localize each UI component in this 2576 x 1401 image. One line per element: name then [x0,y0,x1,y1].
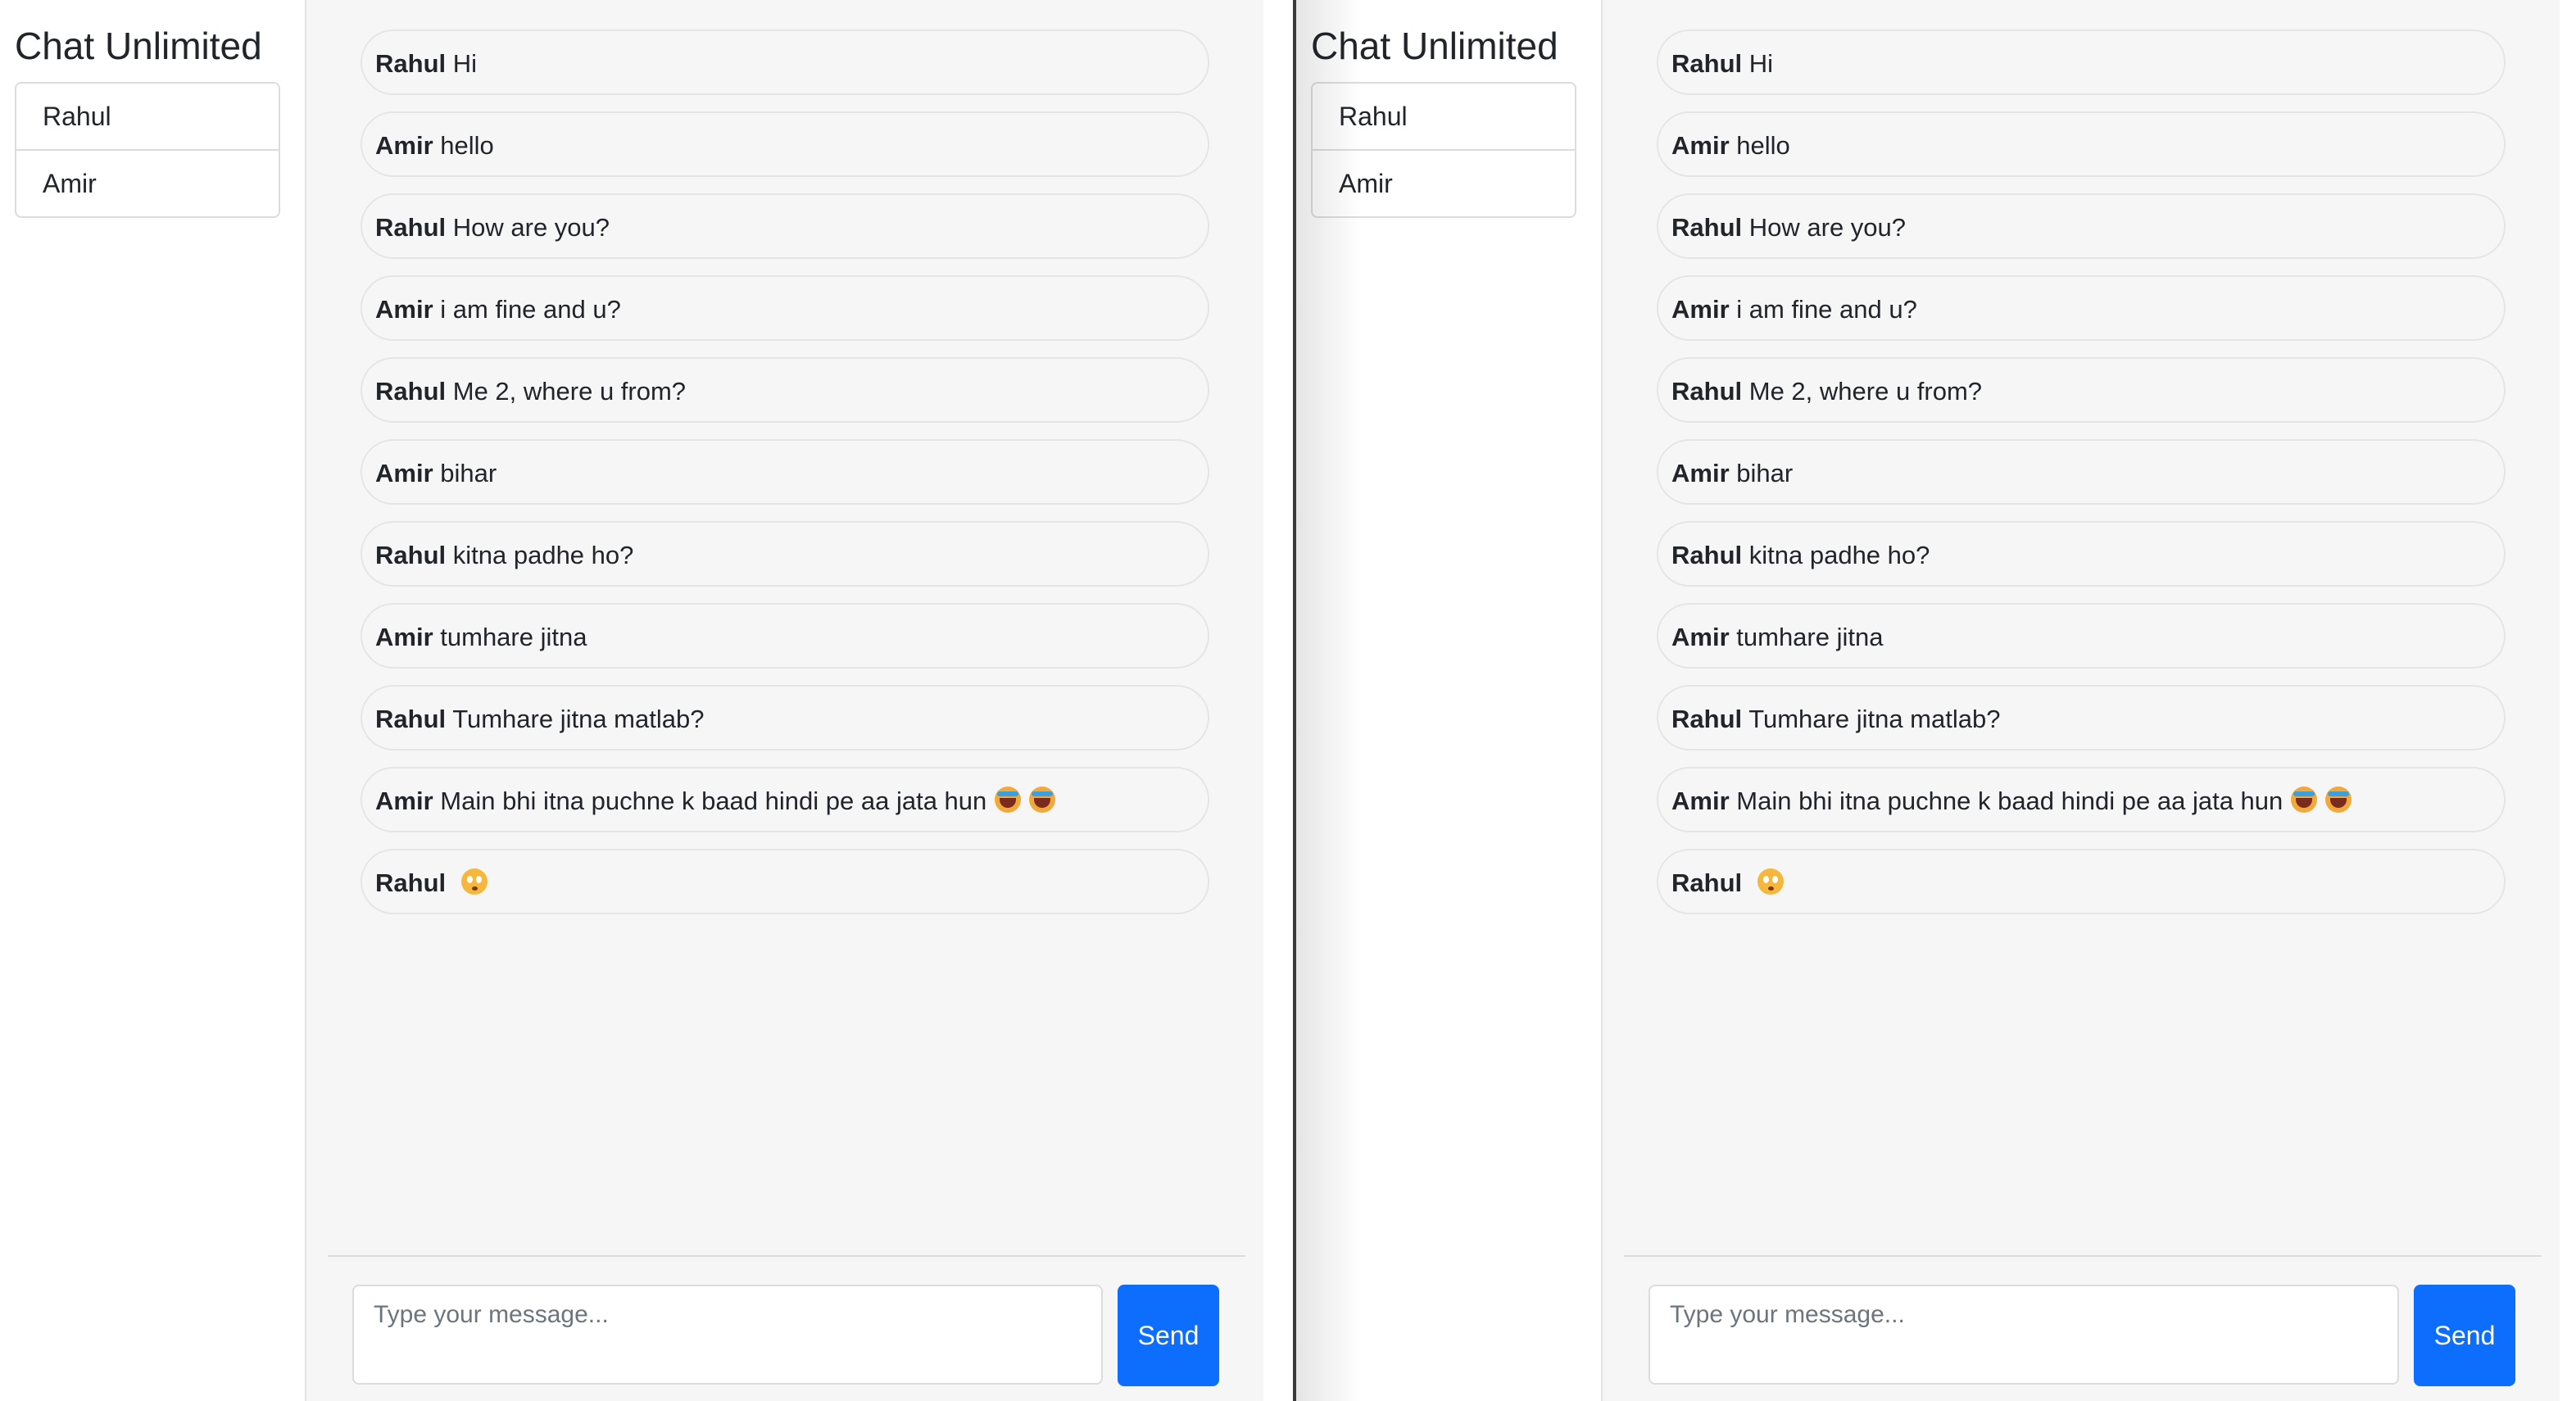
message-sender: Rahul [1671,377,1743,406]
send-button[interactable]: Send [1118,1285,1219,1386]
message-text: tumhare jitna [1736,623,1884,651]
chat-panel: Rahul Hi Amir hello Rahul How are you? Amir… [1603,0,2560,1401]
laughing-crying-icon [2291,787,2318,813]
app-title: Chat Unlimited [15,25,262,67]
message-item: Rahul kitna padhe ho? [361,521,1209,587]
message-text: Tumhare jitna matlab? [452,705,705,733]
chat-window-left: Chat Unlimited Rahul Amir Rahul Hi Amir h… [0,0,1263,1401]
chat-window-right: Chat Unlimited Rahul Amir Rahul Hi Amir h… [1296,0,2576,1401]
app-title: Chat Unlimited [1311,25,1558,67]
contact-item-rahul[interactable]: Rahul [1313,84,1575,151]
message-sender: Rahul [375,213,447,242]
message-sender: Amir [375,787,433,815]
message-text: How are you? [452,213,610,242]
message-sender: Amir [1671,295,1730,324]
message-sender: Rahul [1671,541,1743,569]
message-text: Main bhi itna puchne k baad hindi pe aa … [440,787,987,815]
sidebar: Chat Unlimited Rahul Amir [1296,0,1603,1401]
message-text: bihar [1736,459,1794,487]
message-sender: Rahul [1671,705,1743,733]
message-item: Amir i am fine and u? [1657,275,2506,341]
laughing-crying-icon [1029,787,1056,813]
message-item: Rahul Tumhare jitna matlab? [1657,685,2506,750]
message-sender: Amir [1671,459,1730,487]
message-item: Amir tumhare jitna [361,603,1209,669]
message-text: Tumhare jitna matlab? [1748,705,2001,733]
message-sender: Amir [1671,623,1730,651]
flushed-face-icon [1757,868,1784,895]
message-item: Rahul Tumhare jitna matlab? [361,685,1209,750]
message-text: i am fine and u? [1736,295,1917,324]
message-item: Amir bihar [1657,439,2506,505]
message-item: Rahul Hi [361,29,1209,95]
message-item: Amir Main bhi itna puchne k baad hindi p… [1657,767,2506,832]
message-sender: Rahul [1671,213,1743,242]
message-text: How are you? [1748,213,1907,242]
message-input[interactable] [1649,1285,2399,1385]
message-item: Rahul Hi [1657,29,2506,95]
contact-item-amir[interactable]: Amir [1313,151,1575,216]
message-item: Rahul How are you? [1657,193,2506,259]
message-sender: Rahul [375,868,447,897]
message-item: Rahul Me 2, where u from? [361,357,1209,423]
sidebar: Chat Unlimited Rahul Amir [0,0,306,1401]
message-item: Rahul Me 2, where u from? [1657,357,2506,423]
message-sender: Rahul [375,377,447,406]
laughing-crying-icon [995,787,1022,813]
laughing-crying-icon [2325,787,2352,813]
message-text: hello [440,131,494,160]
message-text: Me 2, where u from? [1748,377,1983,406]
message-sender: Rahul [1671,868,1743,897]
message-text: tumhare jitna [440,623,587,651]
message-item: Rahul [361,849,1209,914]
message-text: Hi [452,49,478,78]
message-sender: Amir [375,459,433,487]
message-item: Amir bihar [361,439,1209,505]
contact-list: Rahul Amir [15,82,280,218]
message-item: Amir hello [361,111,1209,177]
window-divider[interactable] [1293,0,1296,1401]
message-sender: Amir [1671,787,1730,815]
message-sender: Amir [375,295,433,324]
contact-item-rahul[interactable]: Rahul [16,84,279,151]
message-text: kitna padhe ho? [1748,541,1930,569]
message-item: Rahul [1657,849,2506,914]
composer: Send [328,1255,1245,1401]
message-sender: Amir [1671,131,1730,160]
message-text: hello [1736,131,1790,160]
contact-list: Rahul Amir [1311,82,1576,218]
message-item: Rahul How are you? [361,193,1209,259]
contact-item-amir[interactable]: Amir [16,151,279,216]
message-item: Amir i am fine and u? [361,275,1209,341]
message-item: Amir tumhare jitna [1657,603,2506,669]
message-sender: Amir [375,623,433,651]
message-sender: Amir [375,131,433,160]
message-input[interactable] [352,1285,1103,1385]
message-text: kitna padhe ho? [452,541,634,569]
message-text: Main bhi itna puchne k baad hindi pe aa … [1736,787,2283,815]
composer: Send [1624,1255,2542,1401]
flushed-face-icon [460,868,488,895]
message-item: Rahul kitna padhe ho? [1657,521,2506,587]
message-text: Hi [1748,49,1774,78]
message-text: bihar [440,459,497,487]
chat-panel: Rahul Hi Amir hello Rahul How are you? Amir… [306,0,1263,1401]
send-button[interactable]: Send [2414,1285,2515,1386]
message-text: i am fine and u? [440,295,621,324]
message-sender: Rahul [1671,49,1743,78]
message-sender: Rahul [375,49,447,78]
message-sender: Rahul [375,541,447,569]
message-item: Amir hello [1657,111,2506,177]
message-item: Amir Main bhi itna puchne k baad hindi p… [361,767,1209,832]
message-sender: Rahul [375,705,447,733]
message-text: Me 2, where u from? [452,377,687,406]
